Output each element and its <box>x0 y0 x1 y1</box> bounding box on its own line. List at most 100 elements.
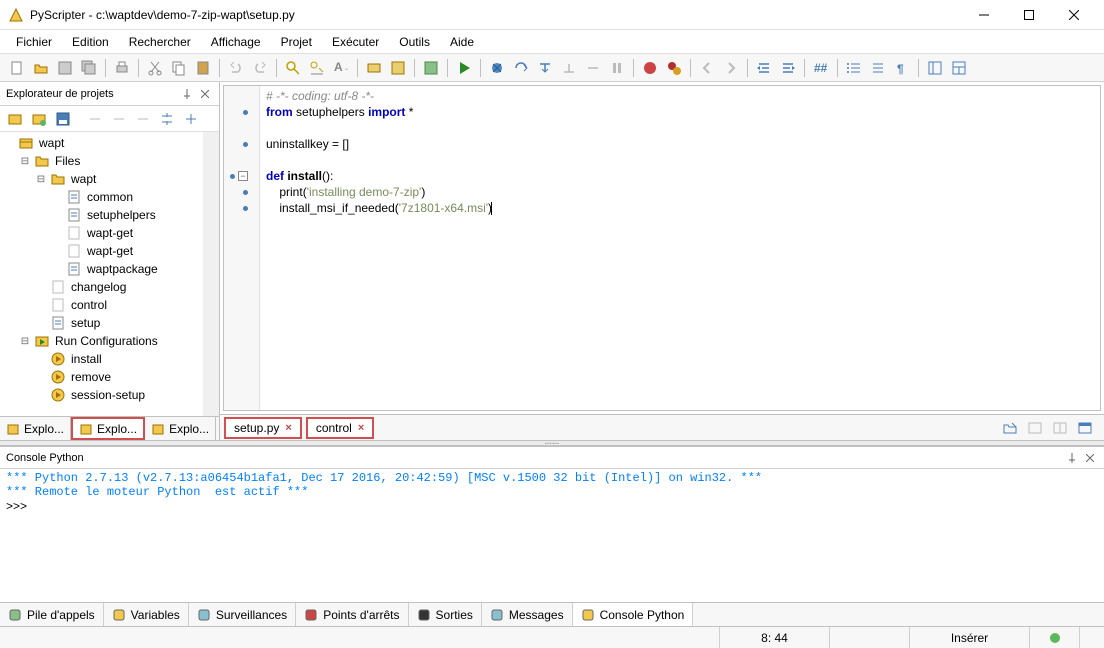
tree-item[interactable]: changelog <box>2 278 217 296</box>
cut-button[interactable] <box>144 57 166 79</box>
menu-projet[interactable]: Projet <box>271 32 322 52</box>
pin-icon[interactable] <box>179 86 195 102</box>
menu-outils[interactable]: Outils <box>389 32 440 52</box>
sidebar-btn-2[interactable] <box>28 108 50 130</box>
console-close-icon[interactable] <box>1082 450 1098 466</box>
menu-affichage[interactable]: Affichage <box>201 32 271 52</box>
sidebar-btn-6[interactable] <box>132 108 154 130</box>
tree-expander[interactable] <box>50 244 64 258</box>
tree-item[interactable]: setuphelpers <box>2 206 217 224</box>
tree-item[interactable]: wapt <box>2 134 217 152</box>
tree-item[interactable]: wapt-get <box>2 242 217 260</box>
console-pin-icon[interactable] <box>1064 450 1080 466</box>
tree-expander[interactable] <box>50 226 64 240</box>
tree-expander[interactable] <box>2 136 16 150</box>
search-next-button[interactable] <box>306 57 328 79</box>
tree-expander[interactable] <box>50 190 64 204</box>
sidebar-tab[interactable]: Explo... <box>145 417 216 440</box>
format-button[interactable] <box>867 57 889 79</box>
tree-item[interactable]: ⊟ Run Configurations <box>2 332 217 350</box>
minimize-button[interactable] <box>961 1 1006 29</box>
pause-button[interactable] <box>606 57 628 79</box>
bottom-tab[interactable]: Variables <box>104 603 189 626</box>
bottom-tab[interactable]: Surveillances <box>189 603 296 626</box>
tree-expander[interactable]: ⊟ <box>18 334 32 348</box>
search-button[interactable] <box>282 57 304 79</box>
maximize-button[interactable] <box>1006 1 1051 29</box>
bottom-tab[interactable]: Console Python <box>573 603 694 626</box>
nav-forward-button[interactable] <box>720 57 742 79</box>
tab-list-button[interactable] <box>999 417 1021 439</box>
open-file-button[interactable] <box>30 57 52 79</box>
close-tab-icon[interactable]: × <box>358 422 364 434</box>
continue-button[interactable] <box>582 57 604 79</box>
tab-new-button[interactable] <box>1074 417 1096 439</box>
pilcrow-button[interactable]: ¶ <box>891 57 913 79</box>
tree-item[interactable]: common <box>2 188 217 206</box>
tree-item[interactable]: ⊟ Files <box>2 152 217 170</box>
sidebar-btn-save[interactable] <box>52 108 74 130</box>
tree-expander[interactable] <box>34 280 48 294</box>
tree-item[interactable]: wapt-get <box>2 224 217 242</box>
tree-item[interactable]: install <box>2 350 217 368</box>
save-button[interactable] <box>54 57 76 79</box>
outdent-button[interactable] <box>777 57 799 79</box>
code-editor[interactable]: − # -*- coding: utf-8 -*-from setuphelpe… <box>223 85 1101 411</box>
editor-tab[interactable]: control× <box>306 417 374 439</box>
step-into-button[interactable] <box>534 57 556 79</box>
menu-aide[interactable]: Aide <box>440 32 484 52</box>
tab-nav-button[interactable] <box>1024 417 1046 439</box>
editor-tab[interactable]: setup.py× <box>224 417 302 439</box>
sidebar-btn-5[interactable] <box>108 108 130 130</box>
bottom-tab[interactable]: Points d'arrêts <box>296 603 408 626</box>
stop-button[interactable] <box>639 57 661 79</box>
nav-back-button[interactable] <box>696 57 718 79</box>
tree-expander[interactable] <box>34 316 48 330</box>
menu-fichier[interactable]: Fichier <box>6 32 62 52</box>
menu-exécuter[interactable]: Exécuter <box>322 32 389 52</box>
replace-button[interactable]: A→B <box>330 57 352 79</box>
debug-button[interactable] <box>486 57 508 79</box>
list-button[interactable] <box>843 57 865 79</box>
close-tab-icon[interactable]: × <box>285 422 291 434</box>
close-panel-icon[interactable] <box>197 86 213 102</box>
new-file-button[interactable] <box>6 57 28 79</box>
sidebar-btn-4[interactable] <box>84 108 106 130</box>
copy-button[interactable] <box>168 57 190 79</box>
code-content[interactable]: # -*- coding: utf-8 -*-from setuphelpers… <box>260 86 1100 410</box>
tree-item[interactable]: control <box>2 296 217 314</box>
tree-scrollbar[interactable] <box>203 132 219 416</box>
undo-button[interactable] <box>225 57 247 79</box>
redo-button[interactable] <box>249 57 271 79</box>
syntax-button[interactable] <box>420 57 442 79</box>
tree-expander[interactable] <box>50 208 64 222</box>
tree-expander[interactable] <box>34 352 48 366</box>
tree-item[interactable]: ⊟ wapt <box>2 170 217 188</box>
tree-item[interactable]: setup <box>2 314 217 332</box>
close-button[interactable] <box>1051 1 1096 29</box>
sidebar-tab[interactable]: Explo... <box>0 417 71 440</box>
step-out-button[interactable] <box>558 57 580 79</box>
menu-rechercher[interactable]: Rechercher <box>119 32 201 52</box>
tree-expander[interactable]: ⊟ <box>18 154 32 168</box>
tab-split-button[interactable] <box>1049 417 1071 439</box>
run-button[interactable] <box>453 57 475 79</box>
tree-expander[interactable]: ⊟ <box>34 172 48 186</box>
layout-button-1[interactable] <box>924 57 946 79</box>
tree-expander[interactable] <box>50 262 64 276</box>
tree-expander[interactable] <box>34 298 48 312</box>
toggle-button-2[interactable] <box>387 57 409 79</box>
paste-button[interactable] <box>192 57 214 79</box>
console-output[interactable]: *** Python 2.7.13 (v2.7.13:a06454b1afa1,… <box>0 469 1104 602</box>
tree-item[interactable]: remove <box>2 368 217 386</box>
stop-all-button[interactable] <box>663 57 685 79</box>
menu-edition[interactable]: Edition <box>62 32 119 52</box>
tree-item[interactable]: waptpackage <box>2 260 217 278</box>
save-all-button[interactable] <box>78 57 100 79</box>
print-button[interactable] <box>111 57 133 79</box>
status-resize-grip[interactable] <box>1079 627 1104 648</box>
sidebar-btn-1[interactable] <box>4 108 26 130</box>
comment-button[interactable]: ## <box>810 57 832 79</box>
tree-expander[interactable] <box>34 370 48 384</box>
layout-button-2[interactable] <box>948 57 970 79</box>
